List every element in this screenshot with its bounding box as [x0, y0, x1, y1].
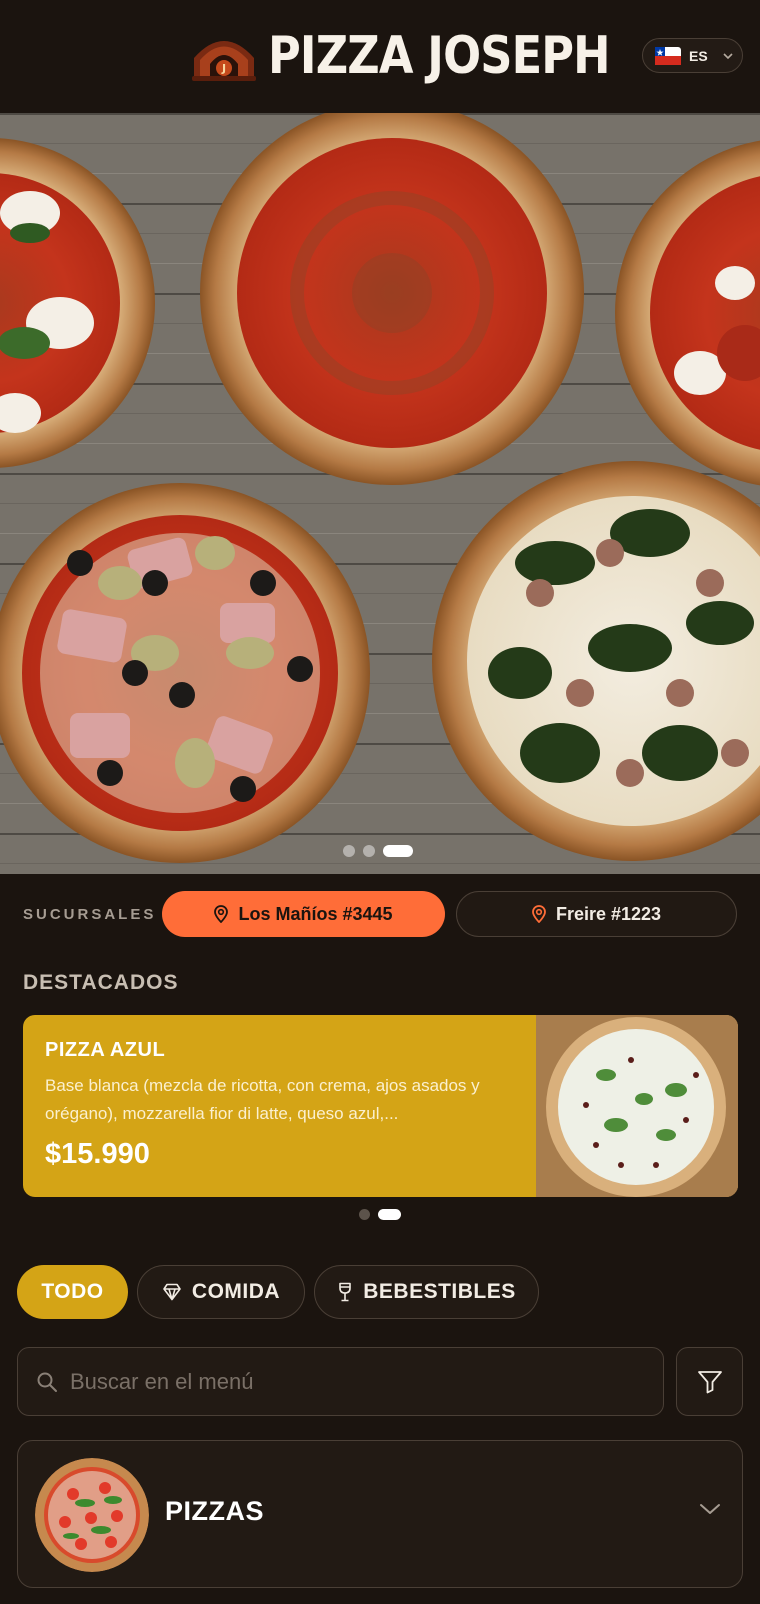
category-card-pizzas[interactable]: PIZZAS	[17, 1440, 743, 1588]
hero-dot-1[interactable]	[343, 845, 355, 857]
branch-name: Freire #1223	[555, 903, 662, 924]
drink-cup-icon	[339, 1282, 352, 1302]
featured-dot-2[interactable]	[378, 1209, 401, 1220]
branch-name: Los Mañíos #3445	[238, 903, 393, 924]
category-image	[35, 1458, 149, 1572]
hero-pizzas-image	[0, 113, 760, 874]
featured-item-name: PIZZA AZUL	[45, 1039, 166, 1061]
featured-item-description: Base blanca (mezcla de ricotta, con crem…	[45, 1076, 480, 1123]
tab-comida[interactable]: COMIDA	[137, 1265, 305, 1319]
featured-dot-1[interactable]	[359, 1209, 370, 1220]
branch-button-freire[interactable]: Freire #1223	[456, 891, 737, 937]
hero-dot-3[interactable]	[383, 845, 413, 857]
hero-pagination	[343, 845, 413, 857]
featured-item-image	[536, 1015, 738, 1197]
app-header: J PIZZA JOSEPH ES	[0, 0, 760, 113]
location-pin-icon	[214, 905, 229, 923]
tab-bebestibles[interactable]: BEBESTIBLES	[314, 1265, 539, 1319]
search-bar	[17, 1347, 664, 1416]
tab-todo[interactable]: TODO	[17, 1265, 128, 1319]
branch-button-los-manios[interactable]: Los Mañíos #3445	[162, 891, 445, 937]
featured-section-title: DESTACADOS	[23, 971, 179, 994]
featured-card[interactable]: PIZZA AZUL Base blanca (mezcla de ricott…	[23, 1015, 738, 1197]
branches-label: SUCURSALES	[23, 906, 157, 923]
branch-selector: SUCURSALES Los Mañíos #3445 Freire #1223	[0, 874, 760, 954]
featured-pagination	[359, 1209, 401, 1220]
category-name: PIZZAS	[165, 1496, 265, 1526]
hero-carousel[interactable]	[0, 113, 760, 874]
brand-logo[interactable]: J PIZZA JOSEPH	[190, 28, 665, 84]
chevron-down-icon	[723, 52, 733, 59]
tab-label: BEBESTIBLES	[363, 1280, 516, 1303]
featured-item-price: $15.990	[45, 1138, 150, 1170]
search-input[interactable]	[70, 1368, 663, 1395]
location-pin-icon	[532, 905, 546, 923]
tab-label: COMIDA	[191, 1280, 281, 1303]
search-icon	[37, 1372, 57, 1392]
brand-name: PIZZA JOSEPH	[268, 26, 611, 86]
filter-icon	[697, 1370, 722, 1393]
tab-label: TODO	[41, 1280, 104, 1303]
chile-flag-icon	[655, 46, 681, 65]
language-code: ES	[689, 47, 708, 64]
pizza-oven-icon: J	[192, 41, 256, 81]
svg-text:J: J	[221, 62, 226, 75]
diamond-icon	[163, 1283, 181, 1301]
chevron-down-icon	[700, 1504, 720, 1514]
filter-button[interactable]	[676, 1347, 743, 1416]
language-selector[interactable]: ES	[642, 38, 743, 73]
hero-dot-2[interactable]	[363, 845, 375, 857]
